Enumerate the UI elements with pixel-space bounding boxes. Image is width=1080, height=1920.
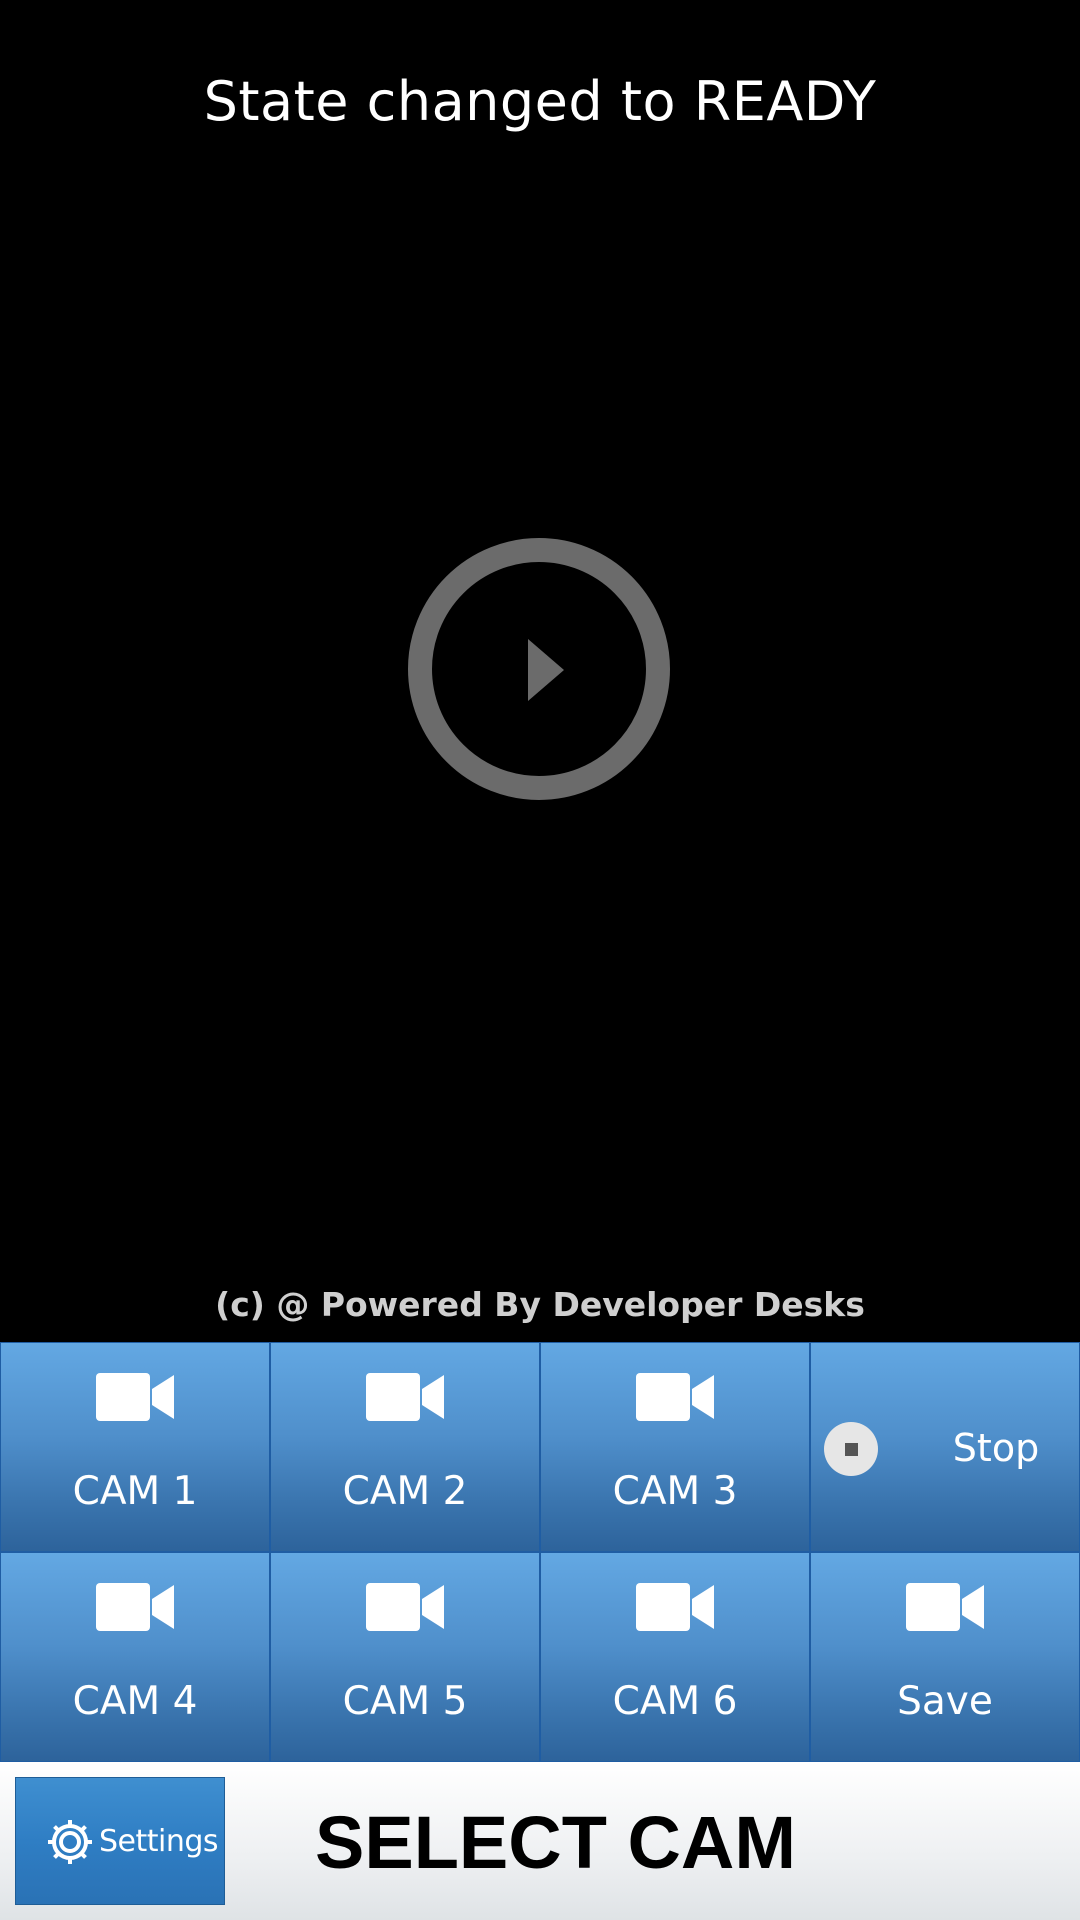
cam-5-label: CAM 5 (342, 1679, 468, 1724)
bottom-bar: Settings SELECT CAM (0, 1762, 1080, 1920)
video-camera-icon (366, 1373, 444, 1421)
play-circle-icon (408, 538, 670, 800)
camera-screen: State changed to READY (c) @ Powered By … (0, 0, 1080, 1920)
settings-button[interactable]: Settings (15, 1777, 225, 1905)
cam-2-label: CAM 2 (342, 1469, 468, 1514)
credit-text: (c) @ Powered By Developer Desks (215, 1285, 865, 1324)
video-camera-icon (636, 1373, 714, 1421)
video-camera-icon (96, 1583, 174, 1631)
stop-button[interactable]: Stop (810, 1342, 1080, 1552)
cam-1-button[interactable]: CAM 1 (0, 1342, 270, 1552)
cam-6-label: CAM 6 (612, 1679, 738, 1724)
settings-label: Settings (98, 1824, 219, 1859)
stop-icon (824, 1422, 878, 1476)
cam-6-button[interactable]: CAM 6 (540, 1552, 810, 1762)
video-camera-icon (906, 1583, 984, 1631)
cam-3-label: CAM 3 (612, 1469, 738, 1514)
select-cam-title: SELECT CAM (315, 1801, 796, 1884)
cam-4-button[interactable]: CAM 4 (0, 1552, 270, 1762)
cam-3-button[interactable]: CAM 3 (540, 1342, 810, 1552)
gear-icon (42, 1814, 98, 1870)
camera-button-grid: CAM 1 CAM 2 CAM 3 Stop CAM 4 CAM 5 CAM 6… (0, 1342, 1080, 1762)
play-button[interactable] (408, 538, 670, 800)
cam-5-button[interactable]: CAM 5 (270, 1552, 540, 1762)
status-message: State changed to READY (203, 70, 877, 133)
cam-1-label: CAM 1 (72, 1469, 198, 1514)
cam-4-label: CAM 4 (72, 1679, 198, 1724)
save-label: Save (897, 1679, 993, 1724)
save-button[interactable]: Save (810, 1552, 1080, 1762)
video-player-area[interactable] (0, 150, 1080, 1340)
video-camera-icon (366, 1583, 444, 1631)
stop-label: Stop (952, 1426, 1040, 1470)
cam-2-button[interactable]: CAM 2 (270, 1342, 540, 1552)
video-camera-icon (96, 1373, 174, 1421)
video-camera-icon (636, 1583, 714, 1631)
